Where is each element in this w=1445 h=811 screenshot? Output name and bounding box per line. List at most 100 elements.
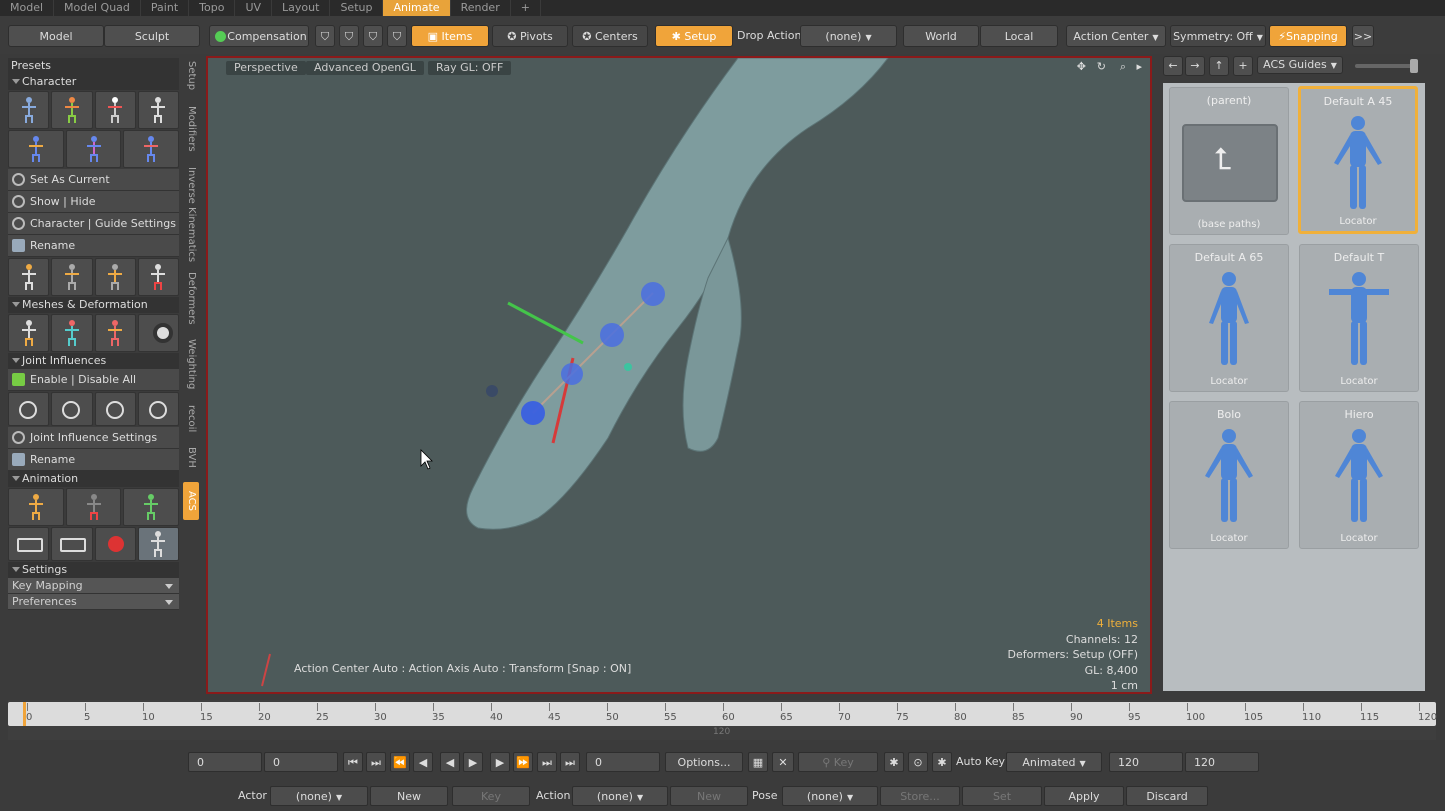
play-icon[interactable]: ▶ [463, 752, 483, 772]
new-action-button[interactable]: New [670, 786, 748, 806]
discard-button[interactable]: Discard [1126, 786, 1208, 806]
joint-add-icon[interactable] [8, 392, 50, 426]
character-figure-icon[interactable] [65, 130, 122, 168]
tab-uv[interactable]: UV [235, 0, 273, 16]
character-figure-icon[interactable] [137, 91, 179, 129]
actor-dropdown[interactable]: (none) ▼ [270, 786, 368, 806]
show-hide-button[interactable]: Show | Hide [8, 191, 179, 213]
vtab-ik[interactable]: Inverse Kinematics [183, 166, 199, 264]
character-guide-settings-button[interactable]: Character | Guide Settings [8, 213, 179, 235]
pivots-button[interactable]: ✪ Pivots [492, 25, 568, 47]
joint-handle[interactable] [561, 363, 583, 385]
meshes-deformation-section[interactable]: Meshes & Deformation [8, 297, 179, 313]
preferences-dropdown[interactable]: Preferences [8, 594, 179, 610]
preset-card-default-t[interactable]: Default T Locator [1299, 244, 1419, 392]
guide-figure-icon[interactable] [8, 258, 50, 296]
joint-handle[interactable] [641, 282, 665, 306]
start-frame-input[interactable]: 0 [188, 752, 262, 772]
end-frame-input[interactable]: 120 [1185, 752, 1259, 772]
apply-button[interactable]: Apply [1044, 786, 1124, 806]
playhead[interactable] [23, 702, 26, 726]
enable-disable-all-button[interactable]: Enable | Disable All [8, 369, 179, 391]
character-figure-icon[interactable] [8, 130, 64, 168]
eye-add-icon[interactable] [137, 314, 179, 352]
drop-action-dropdown[interactable]: (none) ▼ [800, 25, 897, 47]
pivot-dot[interactable] [624, 363, 632, 371]
joint-icon[interactable] [51, 392, 93, 426]
bind-mesh-icon[interactable] [8, 314, 50, 352]
preset-card-default-a65[interactable]: Default A 65 Locator [1169, 244, 1289, 392]
rename-button[interactable]: Rename [8, 235, 179, 257]
character-figure-icon[interactable] [123, 130, 180, 168]
joint-influence-settings-button[interactable]: Joint Influence Settings [8, 427, 179, 449]
pose-dropdown[interactable]: (none) ▼ [782, 786, 878, 806]
walk-add-icon[interactable] [123, 488, 180, 526]
character-figure-icon[interactable] [8, 91, 50, 129]
play-back-icon[interactable]: ◀ [440, 752, 460, 772]
joint-handle[interactable] [521, 401, 545, 425]
set-button[interactable]: Set [962, 786, 1042, 806]
key-mapping-dropdown[interactable]: Key Mapping [8, 578, 179, 594]
walk-remove-icon[interactable] [65, 488, 122, 526]
add-icon[interactable]: + [1233, 56, 1253, 76]
preset-card-hiero[interactable]: Hiero Locator [1299, 401, 1419, 549]
go-start-icon[interactable]: ⏮ [343, 752, 363, 772]
settings-section[interactable]: Settings [8, 562, 179, 578]
vtab-acs[interactable]: ACS [183, 482, 199, 520]
new-actor-button[interactable]: New [370, 786, 448, 806]
start-range-input[interactable]: 0 [264, 752, 338, 772]
vtab-recoil[interactable]: recoil [183, 404, 199, 434]
walk-icon[interactable] [8, 488, 64, 526]
key-button[interactable]: ⚲ Key [798, 752, 878, 772]
sliders-icon[interactable] [8, 527, 50, 561]
prev-key-icon[interactable]: ⏪ [390, 752, 410, 772]
tab-render[interactable]: Render [451, 0, 511, 16]
set-as-current-button[interactable]: Set As Current [8, 169, 179, 191]
prev-key-icon[interactable]: ⏭ [366, 752, 386, 772]
tab-model-quad[interactable]: Model Quad [54, 0, 141, 16]
animated-dropdown[interactable]: Animated ▼ [1006, 752, 1102, 772]
action-dropdown[interactable]: (none) ▼ [572, 786, 668, 806]
next-frame-icon[interactable]: ▶ [490, 752, 510, 772]
figure-icon[interactable]: ✱ [884, 752, 904, 772]
guide-figure-icon[interactable] [94, 258, 136, 296]
mesh-figure-icon[interactable] [94, 314, 136, 352]
forward-icon[interactable]: → [1185, 56, 1205, 76]
action-center-dropdown[interactable]: Action Center ▼ [1066, 25, 1166, 47]
back-icon[interactable]: ← [1163, 56, 1183, 76]
slider-handle[interactable] [1410, 59, 1418, 73]
shield-icon[interactable]: ⛉ [387, 25, 407, 47]
preset-card-bolo[interactable]: Bolo Locator [1169, 401, 1289, 549]
items-button[interactable]: ▣ Items [411, 25, 489, 47]
snapping-button[interactable]: ⚡Snapping [1269, 25, 1347, 47]
world-button[interactable]: World [903, 25, 979, 47]
timeline[interactable]: 0 5 10 15 20 25 30 35 40 45 50 55 60 65 70 75 80 85 90 95 10… [8, 700, 1437, 740]
guide-figure-icon[interactable] [137, 258, 179, 296]
tab-paint[interactable]: Paint [141, 0, 190, 16]
mesh-figure-icon[interactable] [51, 314, 93, 352]
key-filter-icon[interactable]: ✕ [772, 752, 794, 772]
centers-button[interactable]: ✪ Centers [572, 25, 648, 47]
options-button[interactable]: Options... [665, 752, 743, 772]
store-button[interactable]: Store... [880, 786, 960, 806]
shield-icon[interactable]: ⛉ [363, 25, 383, 47]
joint-icon[interactable] [94, 392, 136, 426]
more-button[interactable]: >> [1352, 25, 1374, 47]
vtab-bvh[interactable]: BVH [183, 444, 199, 470]
next-key-icon[interactable]: ⏭ [537, 752, 557, 772]
tab-model[interactable]: Model [0, 0, 55, 16]
thumbnail-size-slider[interactable] [1355, 64, 1417, 68]
model-button[interactable]: Model [8, 25, 104, 47]
tab-setup[interactable]: Setup [330, 0, 384, 16]
character-figure-icon[interactable] [94, 91, 136, 129]
prev-frame-icon[interactable]: ◀ [413, 752, 433, 772]
end-range-input[interactable]: 120 [1109, 752, 1183, 772]
record-icon[interactable] [94, 527, 136, 561]
next-key-icon[interactable]: ⏩ [513, 752, 533, 772]
current-frame-input[interactable]: 0 [586, 752, 660, 772]
guides-dropdown[interactable]: ACS Guides ▼ [1257, 56, 1343, 74]
character-figure-icon[interactable] [51, 91, 93, 129]
vtab-weighting[interactable]: Weighting [183, 338, 199, 390]
go-end-icon[interactable]: ⏭ [560, 752, 580, 772]
preset-card-parent[interactable]: (parent) ⮤ (base paths) [1169, 87, 1289, 235]
